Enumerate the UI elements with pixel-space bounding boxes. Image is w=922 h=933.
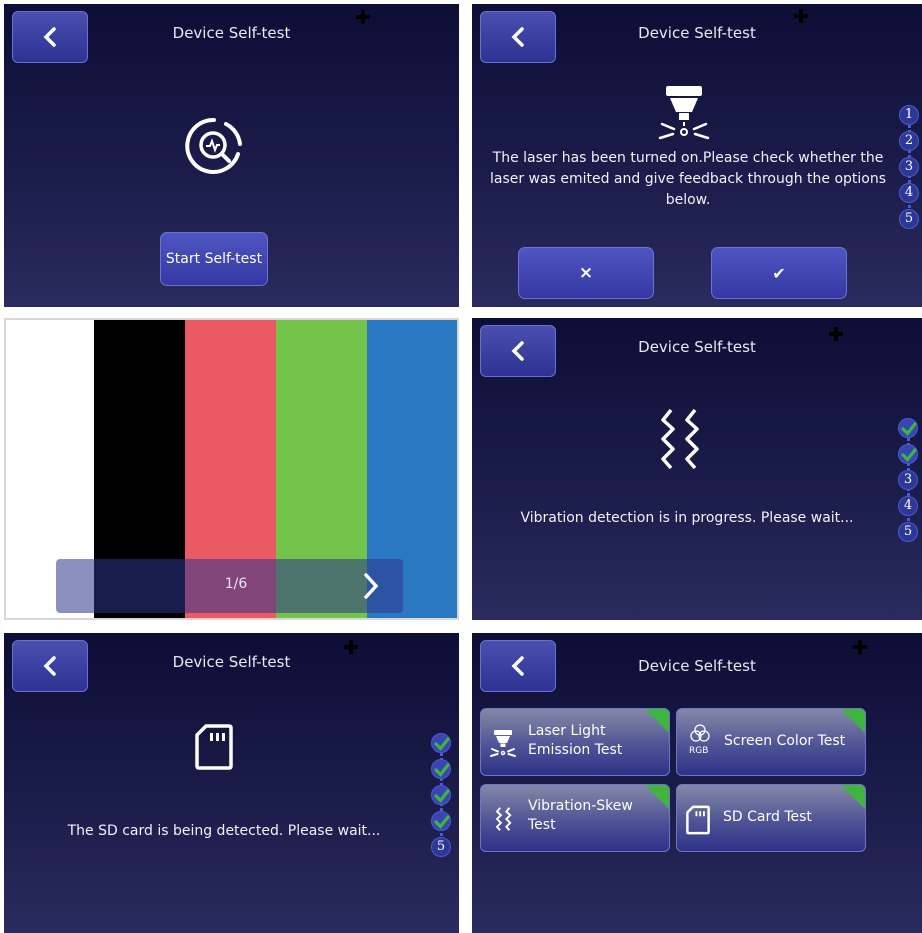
step-2-complete — [898, 444, 918, 464]
start-self-test-button[interactable]: Start Self-test — [160, 232, 268, 286]
plus-marker — [344, 640, 358, 654]
step-progress: 3 4 5 — [898, 418, 920, 548]
vibration-icon — [661, 408, 699, 470]
plus-marker — [853, 640, 867, 654]
passed-corner-badge — [841, 785, 865, 809]
vibration-test-screen: Device Self-test Vibration detection is … — [472, 318, 922, 620]
laser-instruction-text: The laser has been turned on.Please chec… — [489, 150, 887, 208]
fail-button[interactable]: × — [518, 247, 654, 299]
self-test-results-screen: Device Self-test Laser Light Emission Te… — [472, 633, 922, 933]
cross-icon: × — [578, 263, 594, 283]
sd-card-status-text: The SD card is being detected. Please wa… — [67, 823, 381, 839]
step-progress: 1 2 3 4 5 — [899, 105, 921, 235]
check-icon — [901, 448, 917, 462]
screen-color-test-tile[interactable]: RGB Screen Color Test — [676, 708, 866, 776]
page-title: Device Self-test — [172, 653, 291, 671]
plus-marker — [829, 327, 843, 341]
page-title: Device Self-test — [172, 24, 291, 42]
chevron-right-icon — [364, 573, 379, 599]
step-1-complete — [898, 418, 918, 438]
step-progress: 5 — [431, 733, 453, 863]
vibration-skew-test-tile[interactable]: Vibration-Skew Test — [480, 784, 670, 852]
tile-label: Screen Color Test — [724, 733, 846, 749]
tile-label: Laser Light Emission Test — [528, 723, 623, 758]
sd-card-test-tile[interactable]: SD Card Test — [676, 784, 866, 852]
laser-icon — [658, 86, 710, 140]
step-5: 5 — [899, 209, 919, 229]
sd-card-icon — [195, 724, 233, 770]
step-5: 5 — [431, 837, 451, 857]
passed-corner-badge — [645, 709, 669, 733]
rgb-icon-text: RGB — [689, 746, 709, 756]
step-4-complete — [431, 811, 451, 831]
diagnostic-search-icon — [185, 117, 242, 174]
next-button[interactable] — [346, 563, 396, 609]
step-2-complete — [431, 759, 451, 779]
step-5: 5 — [898, 522, 918, 542]
page-indicator: 1/6 — [224, 576, 248, 592]
screen-color-test-screen: 1/6 — [4, 318, 459, 620]
sd-card-test-screen: Device Self-test The SD card is being de… — [4, 633, 459, 933]
rgb-icon — [690, 724, 710, 742]
check-icon — [434, 737, 450, 751]
step-4: 4 — [899, 183, 919, 203]
step-3-complete — [431, 785, 451, 805]
passed-corner-badge — [841, 709, 865, 733]
step-3: 3 — [899, 157, 919, 177]
vibration-icon — [495, 807, 512, 831]
check-icon — [901, 422, 917, 436]
check-icon: ✔ — [772, 263, 786, 283]
check-icon — [434, 789, 450, 803]
laser-icon — [490, 730, 516, 757]
check-icon — [434, 763, 450, 777]
tile-label: SD Card Test — [723, 809, 812, 825]
step-3: 3 — [898, 470, 918, 490]
step-1-complete — [431, 733, 451, 753]
plus-marker — [356, 10, 370, 24]
page-title: Device Self-test — [638, 338, 756, 356]
vibration-status-text: Vibration detection is in progress. Plea… — [520, 510, 854, 526]
step-4: 4 — [898, 496, 918, 516]
page-title: Device Self-test — [638, 657, 756, 675]
step-2: 2 — [899, 131, 919, 151]
pass-button[interactable]: ✔ — [711, 247, 847, 299]
page-title: Device Self-test — [638, 24, 756, 42]
self-test-intro-screen: Device Self-test Start Self-test — [4, 4, 459, 307]
step-1: 1 — [899, 105, 919, 125]
tile-label: Vibration-Skew Test — [528, 798, 633, 833]
passed-corner-badge — [645, 785, 669, 809]
check-icon — [434, 815, 450, 829]
laser-light-emission-test-tile[interactable]: Laser Light Emission Test — [480, 708, 670, 776]
laser-test-screen: Device Self-test The laser has been turn… — [472, 4, 922, 307]
sd-card-icon — [686, 805, 710, 835]
plus-marker — [794, 9, 808, 23]
